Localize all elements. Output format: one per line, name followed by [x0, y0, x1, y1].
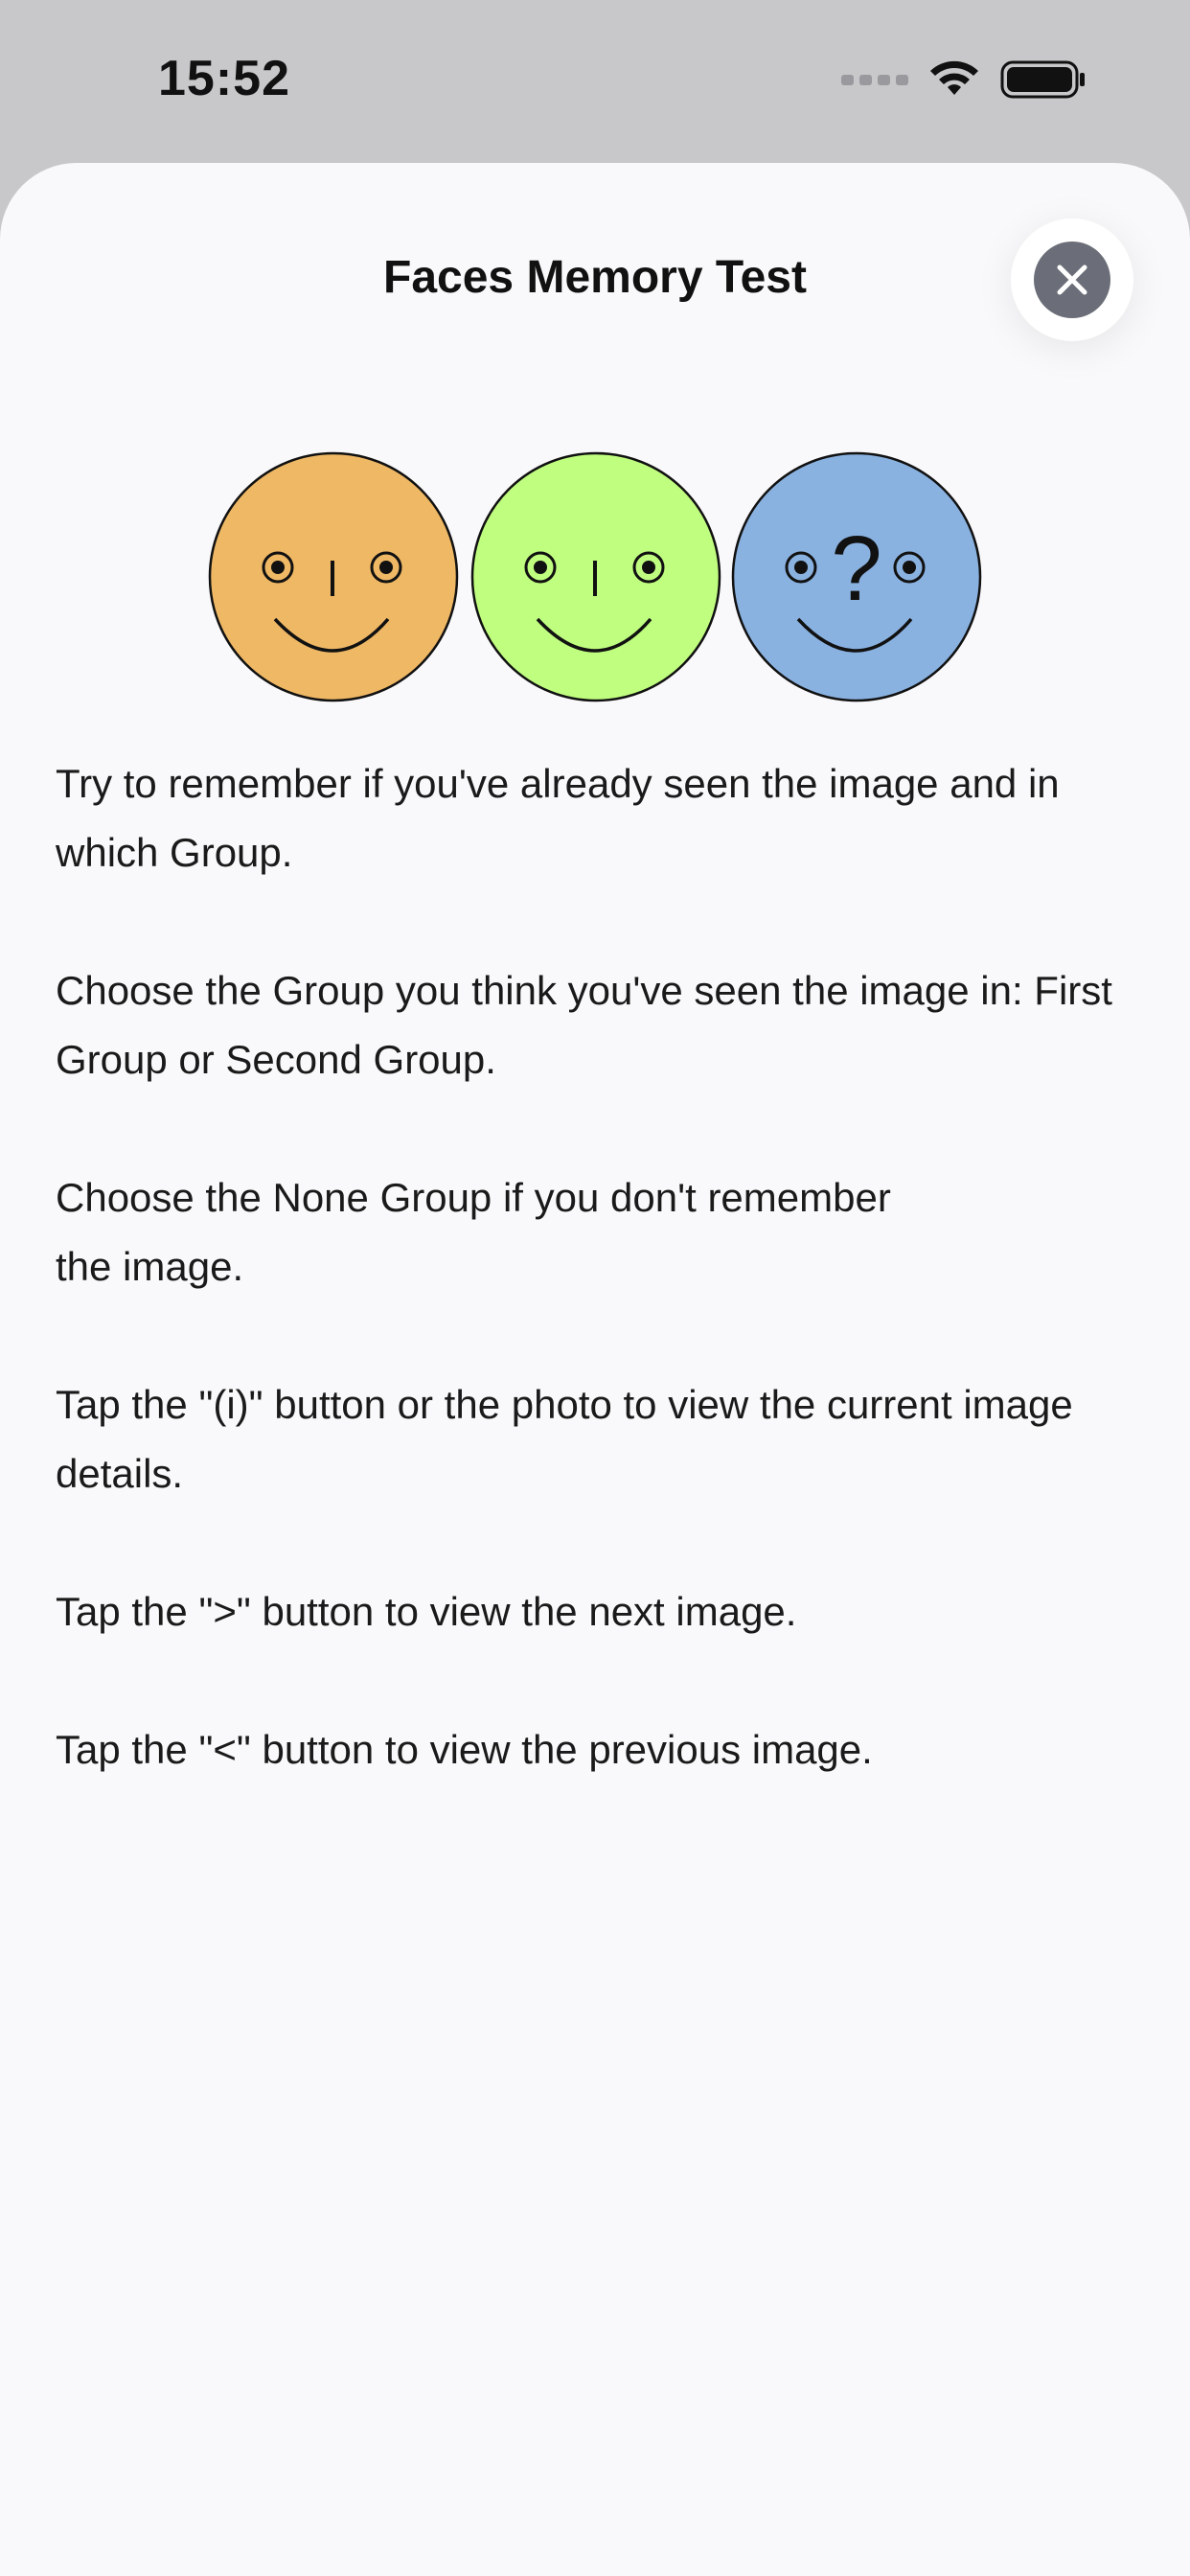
close-icon: [1034, 242, 1110, 318]
first-group-face-icon: [208, 451, 459, 702]
instruction-previous-button: Tap the "<" button to view the previous …: [56, 1727, 873, 1772]
modal-sheet: Faces Memory Test ? Try to remember if y…: [0, 163, 1190, 2576]
instruction-remember: Try to remember if you've already seen t…: [56, 761, 1060, 875]
wifi-icon: [930, 60, 978, 95]
screen: 15:52 Faces Memory Test ? Try to remembe…: [0, 0, 1190, 2576]
close-button[interactable]: [1011, 218, 1133, 341]
battery-icon: [1000, 60, 1085, 99]
status-time: 15:52: [158, 51, 290, 106]
second-group-face-icon: [470, 451, 721, 702]
instructions: Try to remember if you've already seen t…: [56, 749, 1138, 1853]
status-icons: [841, 56, 1087, 104]
instruction-none-group: Choose the None Group if you don't remem…: [56, 1175, 891, 1289]
cellular-signal-icon: [841, 74, 908, 85]
none-group-face-icon: ?: [731, 451, 982, 702]
status-bar: 15:52: [0, 0, 1190, 163]
instruction-info-button: Tap the "(i)" button or the photo to vie…: [56, 1382, 1073, 1496]
instruction-next-button: Tap the ">" button to view the next imag…: [56, 1589, 797, 1634]
svg-text:?: ?: [831, 518, 881, 620]
instruction-choose-group: Choose the Group you think you've seen t…: [56, 968, 1112, 1082]
faces-illustration: ?: [0, 450, 1190, 709]
